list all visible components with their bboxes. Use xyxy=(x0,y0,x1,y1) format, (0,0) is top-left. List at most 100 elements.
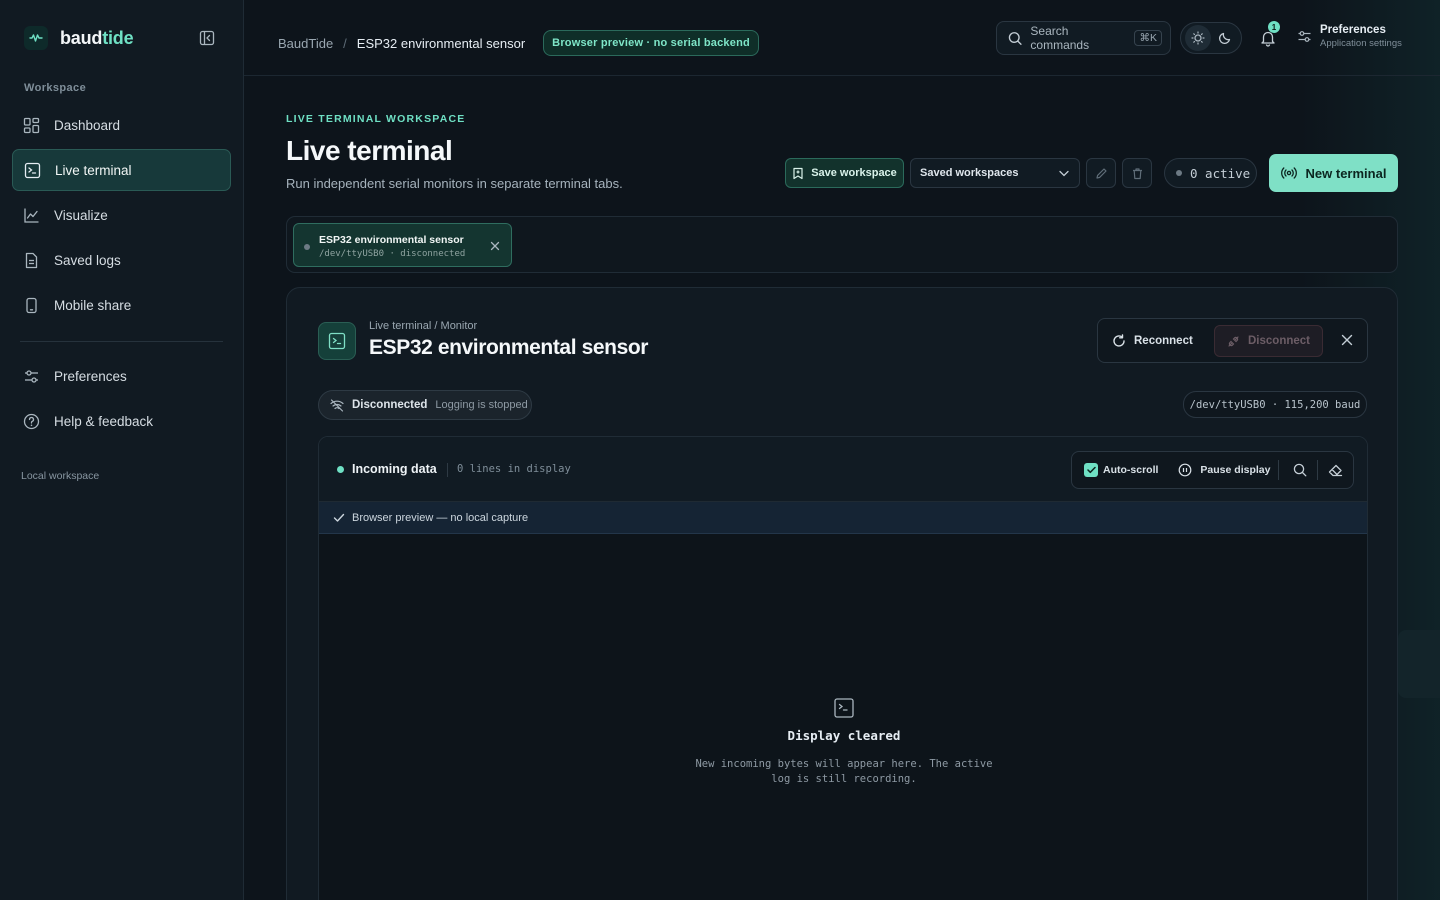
disconnect-button[interactable]: Disconnect xyxy=(1214,325,1323,357)
monitor-panel: Live terminal / Monitor ESP32 environmen… xyxy=(286,287,1398,900)
autoscroll-toggle[interactable]: Auto-scroll xyxy=(1084,463,1158,477)
pencil-icon xyxy=(1095,167,1107,179)
page-title: Live terminal xyxy=(286,135,453,166)
save-workspace-button[interactable]: Save workspace xyxy=(785,158,904,188)
search-output-button[interactable] xyxy=(1287,457,1313,483)
sidebar-item-label: Live terminal xyxy=(55,162,132,178)
close-monitor-button[interactable] xyxy=(1338,331,1356,349)
help-icon xyxy=(23,413,40,429)
breadcrumb: BaudTide / ESP32 environmental sensor Br… xyxy=(278,30,759,56)
tab-subtitle: /dev/ttyUSB0 · disconnected xyxy=(319,249,466,259)
capture-notice: Browser preview — no local capture xyxy=(319,502,1367,534)
brand[interactable]: baudtide xyxy=(24,26,134,50)
status-dot xyxy=(1176,170,1182,176)
sliders-icon xyxy=(25,369,38,383)
new-terminal-button[interactable]: New terminal xyxy=(1269,154,1398,192)
empty-state-text: New incoming bytes will appear here. The… xyxy=(695,758,993,785)
sidebar-item-label: Dashboard xyxy=(54,117,121,133)
chevron-down-icon xyxy=(1059,170,1069,176)
terminal-output-area[interactable]: Display cleared New incoming bytes will … xyxy=(319,534,1367,900)
pause-display-button[interactable]: Pause display xyxy=(1178,463,1270,477)
sidebar-item-label: Mobile share xyxy=(54,297,132,313)
live-status-dot xyxy=(337,466,344,473)
eraser-icon xyxy=(1328,464,1343,477)
wifi-off-icon xyxy=(330,398,344,412)
active-count-label: 0 active xyxy=(1190,165,1251,181)
breadcrumb-root[interactable]: BaudTide xyxy=(278,36,333,51)
search-icon xyxy=(1008,31,1022,45)
close-icon xyxy=(490,241,500,251)
active-sessions-count: 0 active xyxy=(1164,158,1257,188)
port-info-badge: /dev/ttyUSB0 · 115,200 baud xyxy=(1183,391,1367,418)
sidebar-item-help[interactable]: Help & feedback xyxy=(12,400,231,442)
theme-dark-option[interactable] xyxy=(1212,25,1238,51)
preferences-title: Preferences xyxy=(1320,24,1386,36)
rename-workspace-button[interactable] xyxy=(1086,158,1116,188)
empty-state-title: Display cleared xyxy=(787,728,901,743)
edge-decoration xyxy=(1398,630,1440,698)
display-tools: Auto-scroll Pause display xyxy=(1071,451,1354,489)
sliders-icon xyxy=(1298,31,1311,42)
page-eyebrow: LIVE TERMINAL WORKSPACE xyxy=(286,113,466,125)
page-subtitle: Run independent serial monitors in separ… xyxy=(286,176,623,191)
sidebar-item-label: Visualize xyxy=(54,207,108,223)
terminal-tab[interactable]: ESP32 environmental sensor /dev/ttyUSB0 … xyxy=(293,223,512,267)
tools-divider xyxy=(1317,460,1319,480)
search-commands[interactable]: Search commands ⌘K xyxy=(996,21,1171,55)
saved-workspaces-select[interactable]: Saved workspaces xyxy=(910,158,1080,188)
theme-toggle[interactable] xyxy=(1180,22,1242,54)
sidebar-section-label: Workspace xyxy=(24,82,87,94)
check-icon xyxy=(333,513,345,522)
chart-icon xyxy=(24,207,39,223)
terminal-tab-strip: ESP32 environmental sensor /dev/ttyUSB0 … xyxy=(286,216,1398,273)
delete-workspace-button[interactable] xyxy=(1122,158,1152,188)
data-card-header: Incoming data 0 lines in display Auto-sc… xyxy=(319,437,1367,502)
sidebar: baudtide Workspace Dashboard Live termin… xyxy=(0,0,244,900)
waveform-logo-icon xyxy=(24,26,48,50)
preferences-subtitle: Application settings xyxy=(1320,38,1402,49)
status-label: Disconnected xyxy=(352,399,428,411)
incoming-data-card: Incoming data 0 lines in display Auto-sc… xyxy=(318,436,1368,900)
notifications-button[interactable]: 1 xyxy=(1256,21,1280,50)
reconnect-label: Reconnect xyxy=(1134,335,1193,347)
broadcast-icon xyxy=(1280,167,1297,179)
autoscroll-label: Auto-scroll xyxy=(1103,464,1159,476)
terminal-icon xyxy=(24,162,41,178)
collapse-sidebar-button[interactable] xyxy=(196,28,218,48)
search-icon xyxy=(1294,463,1307,477)
terminal-icon xyxy=(318,322,356,360)
sidebar-secondary-nav: Preferences Help & feedback xyxy=(12,355,231,445)
bookmark-plus-icon xyxy=(793,167,803,179)
header-divider xyxy=(447,463,448,477)
search-placeholder: Search commands xyxy=(1030,24,1090,52)
breadcrumb-separator: / xyxy=(343,35,347,51)
clear-display-button[interactable] xyxy=(1322,457,1348,483)
preferences-shortcut[interactable]: Preferences Application settings xyxy=(1297,24,1402,49)
close-tab-button[interactable] xyxy=(488,239,502,253)
sidebar-item-live-terminal[interactable]: Live terminal xyxy=(12,149,231,191)
connection-controls: Reconnect Disconnect xyxy=(1097,318,1368,363)
save-workspace-label: Save workspace xyxy=(811,167,897,179)
sidebar-collapse-icon xyxy=(199,30,215,46)
workspace-footer: Local workspace xyxy=(21,470,100,482)
checkbox-checked-icon xyxy=(1084,463,1098,477)
topbar: BaudTide / ESP32 environmental sensor Br… xyxy=(244,0,1440,76)
data-title: Incoming data xyxy=(352,462,437,476)
sun-moon-icon xyxy=(1190,31,1205,45)
sidebar-item-visualize[interactable]: Visualize xyxy=(12,194,231,236)
phone-icon xyxy=(26,297,37,313)
unplug-icon xyxy=(1228,335,1239,347)
sidebar-item-saved-logs[interactable]: Saved logs xyxy=(12,239,231,281)
sidebar-item-mobile-share[interactable]: Mobile share xyxy=(12,284,231,326)
sidebar-item-label: Help & feedback xyxy=(54,413,154,429)
logging-status: Logging is stopped xyxy=(435,399,528,411)
trash-icon xyxy=(1132,167,1142,179)
sidebar-item-dashboard[interactable]: Dashboard xyxy=(12,104,231,146)
sidebar-divider xyxy=(20,341,223,342)
sidebar-item-label: Preferences xyxy=(54,368,127,384)
connection-status-badge: Disconnected Logging is stopped xyxy=(318,390,532,420)
reconnect-button[interactable]: Reconnect xyxy=(1112,326,1193,356)
sidebar-item-preferences[interactable]: Preferences xyxy=(12,355,231,397)
pause-display-label: Pause display xyxy=(1200,464,1271,476)
theme-system-option[interactable] xyxy=(1184,25,1211,51)
